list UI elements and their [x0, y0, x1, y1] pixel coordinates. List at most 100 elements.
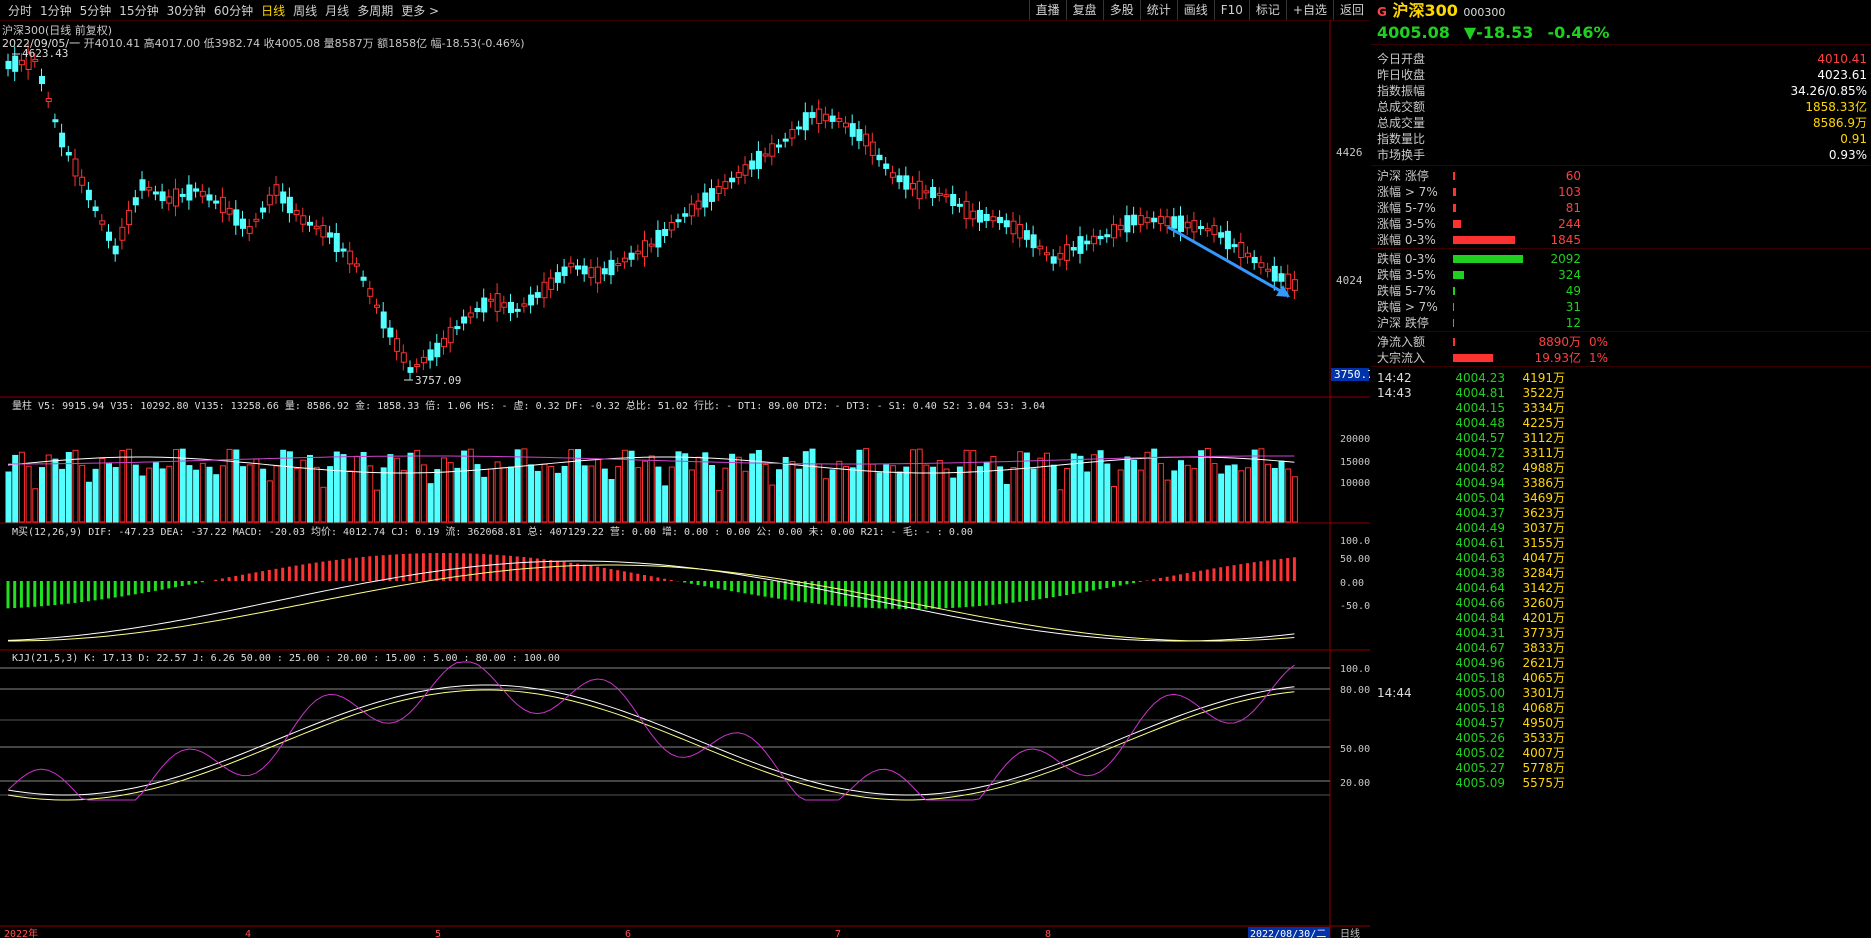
volume-bar	[193, 469, 200, 523]
f10-button[interactable]: F10	[1213, 0, 1249, 20]
tf-5m[interactable]: 5分钟	[80, 2, 112, 19]
tf-daily[interactable]: 日线	[261, 2, 285, 19]
kdj-k-line	[7, 684, 1295, 796]
candle-body	[126, 209, 133, 226]
volume-bar	[414, 449, 421, 523]
volume-bar	[1010, 467, 1017, 523]
live-button[interactable]: 直播	[1028, 0, 1066, 20]
volume-bar	[970, 450, 977, 523]
candle-body	[561, 266, 568, 276]
candle-body	[1258, 262, 1265, 268]
volume-bar	[1224, 465, 1231, 523]
candle-body	[501, 302, 508, 308]
multi-stock-button[interactable]: 多股	[1102, 0, 1140, 20]
stock-group-icon: G	[1377, 5, 1387, 19]
candle-body	[715, 186, 722, 194]
volume-bar	[427, 483, 434, 523]
candle-body	[1124, 215, 1131, 233]
volume-bar	[990, 455, 997, 523]
x-cursor-date: 2022/08/30/二	[1250, 929, 1326, 938]
volume-bar	[1017, 451, 1024, 523]
tf-15m[interactable]: 15分钟	[119, 2, 158, 19]
tf-1m[interactable]: 1分钟	[40, 2, 72, 19]
tf-tick[interactable]: 分时	[8, 2, 32, 19]
chart-area[interactable]: 4623.43 3757.09 4426 4024 3750.7 量柱 V5: …	[0, 20, 1370, 938]
volume-bar	[588, 465, 595, 523]
volume-bar	[72, 449, 79, 523]
volume-bar	[668, 466, 675, 523]
draw-button[interactable]: 画线	[1176, 0, 1214, 20]
candle-body	[575, 265, 581, 270]
candle-body	[253, 218, 260, 222]
volume-bar	[25, 465, 32, 523]
candle-body	[52, 119, 59, 123]
candle-body	[1017, 224, 1024, 239]
vol-tick-20000: 20000	[1340, 434, 1370, 445]
candle-body	[970, 210, 977, 220]
add-watchlist-button[interactable]: +自选	[1285, 0, 1333, 20]
candle-body	[809, 112, 816, 118]
x-label-2022: 2022年	[4, 927, 38, 938]
volume-bar	[420, 464, 427, 523]
kdj-series	[0, 661, 1330, 801]
candle-body	[1178, 215, 1184, 232]
tf-60m[interactable]: 60分钟	[214, 2, 253, 19]
candle-body	[427, 349, 434, 361]
x-label-7: 7	[835, 929, 841, 938]
mark-button[interactable]: 标记	[1248, 0, 1286, 20]
volume-bar	[528, 464, 535, 523]
candle-body	[219, 196, 226, 214]
tf-monthly[interactable]: 月线	[325, 2, 349, 19]
candle-body	[92, 206, 99, 211]
volume-bar	[749, 453, 756, 523]
volume-bar	[260, 468, 267, 523]
volume-bar	[327, 466, 334, 523]
tf-weekly[interactable]: 周线	[293, 2, 317, 19]
breadth-up: 沪深 涨停 60 涨幅 > 7% 103 涨幅 5-7% 81 涨幅 3-5% 244 …	[1371, 166, 1871, 249]
volume-bar	[769, 484, 776, 523]
volume-bar	[930, 466, 937, 523]
volume-bar	[240, 466, 246, 523]
volume-bar	[816, 463, 823, 523]
candle-body	[648, 243, 655, 247]
volume-bar	[548, 465, 555, 523]
candle-body	[889, 172, 896, 178]
candle-body	[702, 192, 709, 208]
candle-body	[146, 186, 153, 191]
candle-body	[39, 75, 45, 85]
volume-bar	[648, 455, 655, 523]
volume-bar	[159, 468, 166, 523]
tick-row: 4005.27 5778万	[1455, 761, 1565, 775]
candle-body	[1204, 228, 1211, 232]
volume-bar	[307, 454, 313, 523]
volume-bar	[45, 454, 52, 523]
candle-body	[936, 192, 943, 196]
volume-bar	[541, 463, 548, 523]
volume-bar	[635, 467, 642, 523]
volume-bar	[608, 478, 615, 523]
volume-bar	[1278, 460, 1285, 523]
candle-body	[340, 248, 347, 252]
volume-bar	[273, 465, 280, 523]
tf-multi[interactable]: 多周期	[357, 2, 393, 19]
volume-bar	[809, 448, 816, 523]
candle-body	[1218, 232, 1225, 238]
stats-button[interactable]: 统计	[1139, 0, 1177, 20]
volume-series	[5, 447, 1298, 523]
back-button[interactable]: 返回	[1332, 0, 1370, 20]
volume-bar	[936, 459, 943, 523]
review-button[interactable]: 复盘	[1065, 0, 1103, 20]
volume-bar	[554, 472, 561, 523]
volume-bar	[152, 462, 159, 523]
candle-body	[467, 312, 474, 318]
volume-bar	[642, 460, 648, 523]
tf-30m[interactable]: 30分钟	[167, 2, 206, 19]
tick-row: 4004.72 3311万	[1455, 446, 1565, 460]
candle-body	[1251, 256, 1258, 264]
volume-bar	[796, 468, 803, 523]
tick-list[interactable]: 14:42 4004.23 4191万 14:43 4004.81 3522万 4004.1…	[1371, 367, 1871, 791]
macd-tick-50: 50.00	[1340, 554, 1370, 565]
volume-bar	[1164, 479, 1171, 523]
tf-more[interactable]: 更多 >	[401, 2, 439, 19]
candle-body	[353, 263, 360, 267]
